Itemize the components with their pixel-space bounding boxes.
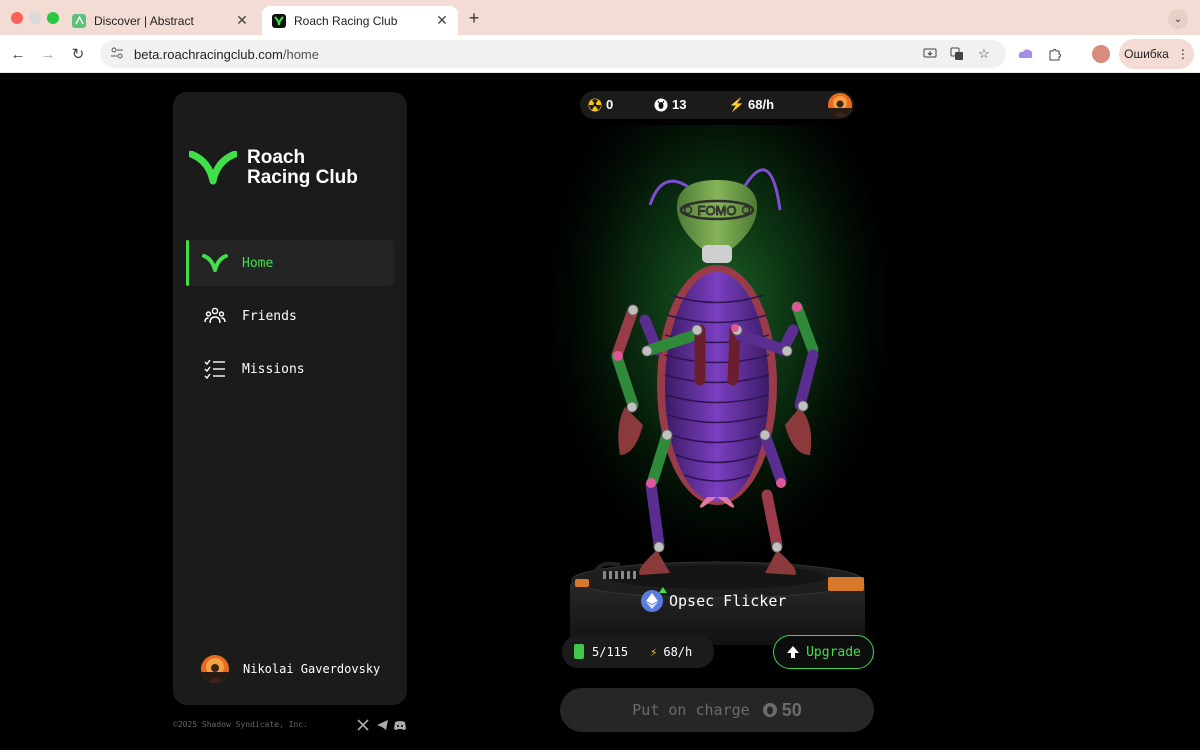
energy-rate[interactable]: ⚡ 68/h [728, 96, 775, 113]
nav-missions[interactable]: Missions [186, 346, 394, 392]
roach-favicon-icon [272, 13, 286, 28]
ethereum-icon [641, 587, 667, 612]
user-name: Nikolai Gaverdovsky [243, 662, 381, 676]
tab-search-chevron-icon[interactable]: ⌄ [1168, 9, 1188, 29]
back-arrow-icon[interactable]: ← [8, 44, 28, 64]
lightning-icon: ⚡ [650, 644, 658, 659]
fomo-headband: FOMO [679, 199, 755, 221]
stats-bar: 0 13 ⚡ 68/h [580, 91, 854, 119]
tab-title: Discover | Abstract [94, 13, 194, 28]
roach-coin-icon [762, 703, 777, 717]
more-options-icon[interactable]: ⋮ [1177, 47, 1189, 61]
extensions-puzzle-icon[interactable] [1047, 46, 1063, 62]
charge-cost: 50 [762, 700, 802, 721]
coin-value: 13 [672, 97, 687, 112]
tab-title: Roach Racing Club [294, 13, 398, 28]
battery-icon [574, 644, 584, 659]
rate-value: 68/h [748, 97, 775, 112]
battery-value: 5/115 [592, 644, 629, 659]
browser-tab-abstract[interactable]: Discover | Abstract ✕ [62, 6, 258, 35]
telegram-icon[interactable] [375, 718, 389, 732]
profile-avatar-icon[interactable] [1092, 45, 1110, 63]
nav-label: Missions [242, 361, 305, 377]
charge-label: Put on charge [632, 701, 750, 719]
avatar[interactable] [828, 93, 852, 117]
close-tab-icon[interactable]: ✕ [432, 12, 452, 29]
user-profile[interactable]: Nikolai Gaverdovsky [201, 655, 380, 683]
minimize-window-button[interactable] [29, 12, 41, 24]
upgrade-label: Upgrade [806, 644, 861, 660]
discord-icon[interactable] [393, 718, 407, 732]
address-bar[interactable]: beta.roachracingclub.com/home ☆ [100, 40, 1006, 68]
browser-tab-roach[interactable]: Roach Racing Club ✕ [262, 6, 458, 35]
brand-logo[interactable]: Roach Racing Club [189, 148, 358, 188]
site-settings-icon[interactable] [110, 47, 126, 62]
level-up-arrow-icon [659, 587, 667, 593]
roach-character-illustration: FOMO [545, 125, 895, 645]
nav-home[interactable]: Home [186, 240, 394, 286]
coin-balance[interactable]: 13 [654, 97, 686, 112]
friends-icon [202, 305, 228, 327]
forward-arrow-icon[interactable]: → [38, 44, 58, 64]
battery-stats: 5/115 ⚡ 68/h [562, 635, 714, 668]
reload-icon[interactable]: ↻ [68, 44, 88, 64]
nav-label: Home [242, 255, 274, 271]
bookmark-star-icon[interactable]: ☆ [976, 46, 992, 62]
x-icon[interactable] [356, 718, 370, 732]
brand-name: Roach Racing Club [247, 147, 358, 188]
token-value: 0 [606, 97, 614, 112]
install-app-icon[interactable] [922, 46, 938, 62]
browser-toolbar: ← → ↻ beta.roachracingclub.com/home ☆ Ош… [0, 35, 1200, 73]
browser-tab-bar: Discover | Abstract ✕ Roach Racing Club … [0, 0, 1200, 35]
maximize-window-button[interactable] [47, 12, 59, 24]
home-roach-icon [202, 252, 228, 274]
translate-icon[interactable] [949, 46, 965, 62]
url-text: beta.roachracingclub.com/home [134, 46, 319, 62]
token-balance[interactable]: 0 [588, 97, 613, 112]
charge-cost-value: 50 [781, 699, 802, 720]
checklist-icon [202, 358, 228, 380]
lightning-icon: ⚡ [728, 96, 746, 112]
upgrade-button[interactable]: Upgrade [773, 635, 874, 669]
extension-cloud-icon[interactable] [1018, 46, 1034, 62]
close-tab-icon[interactable]: ✕ [232, 12, 252, 29]
arrow-up-icon [787, 646, 800, 658]
sidebar: Roach Racing Club Home Friends Missions [173, 92, 407, 705]
rate-value: 68/h [663, 644, 693, 659]
radiation-token-icon [588, 98, 602, 112]
character-name-text: Opsec Flicker [669, 592, 787, 610]
roach-logo-icon [189, 151, 237, 185]
character-name: Opsec Flicker [641, 587, 787, 612]
abstract-favicon-icon [72, 13, 86, 28]
nav-label: Friends [242, 308, 297, 324]
nav-friends[interactable]: Friends [186, 293, 394, 339]
active-indicator [186, 240, 189, 286]
roach-coin-icon [654, 98, 668, 112]
profile-error-label: Ошибка [1124, 47, 1169, 61]
avatar [201, 655, 229, 683]
copyright-text: ©2025 Shadow Syndicate, Inc. [173, 720, 308, 729]
put-on-charge-button[interactable]: Put on charge 50 [560, 688, 874, 732]
profile-error-button[interactable]: Ошибка ⋮ [1119, 39, 1194, 69]
close-window-button[interactable] [11, 12, 23, 24]
headband-text: FOMO [698, 203, 737, 218]
new-tab-button[interactable]: + [466, 8, 482, 29]
